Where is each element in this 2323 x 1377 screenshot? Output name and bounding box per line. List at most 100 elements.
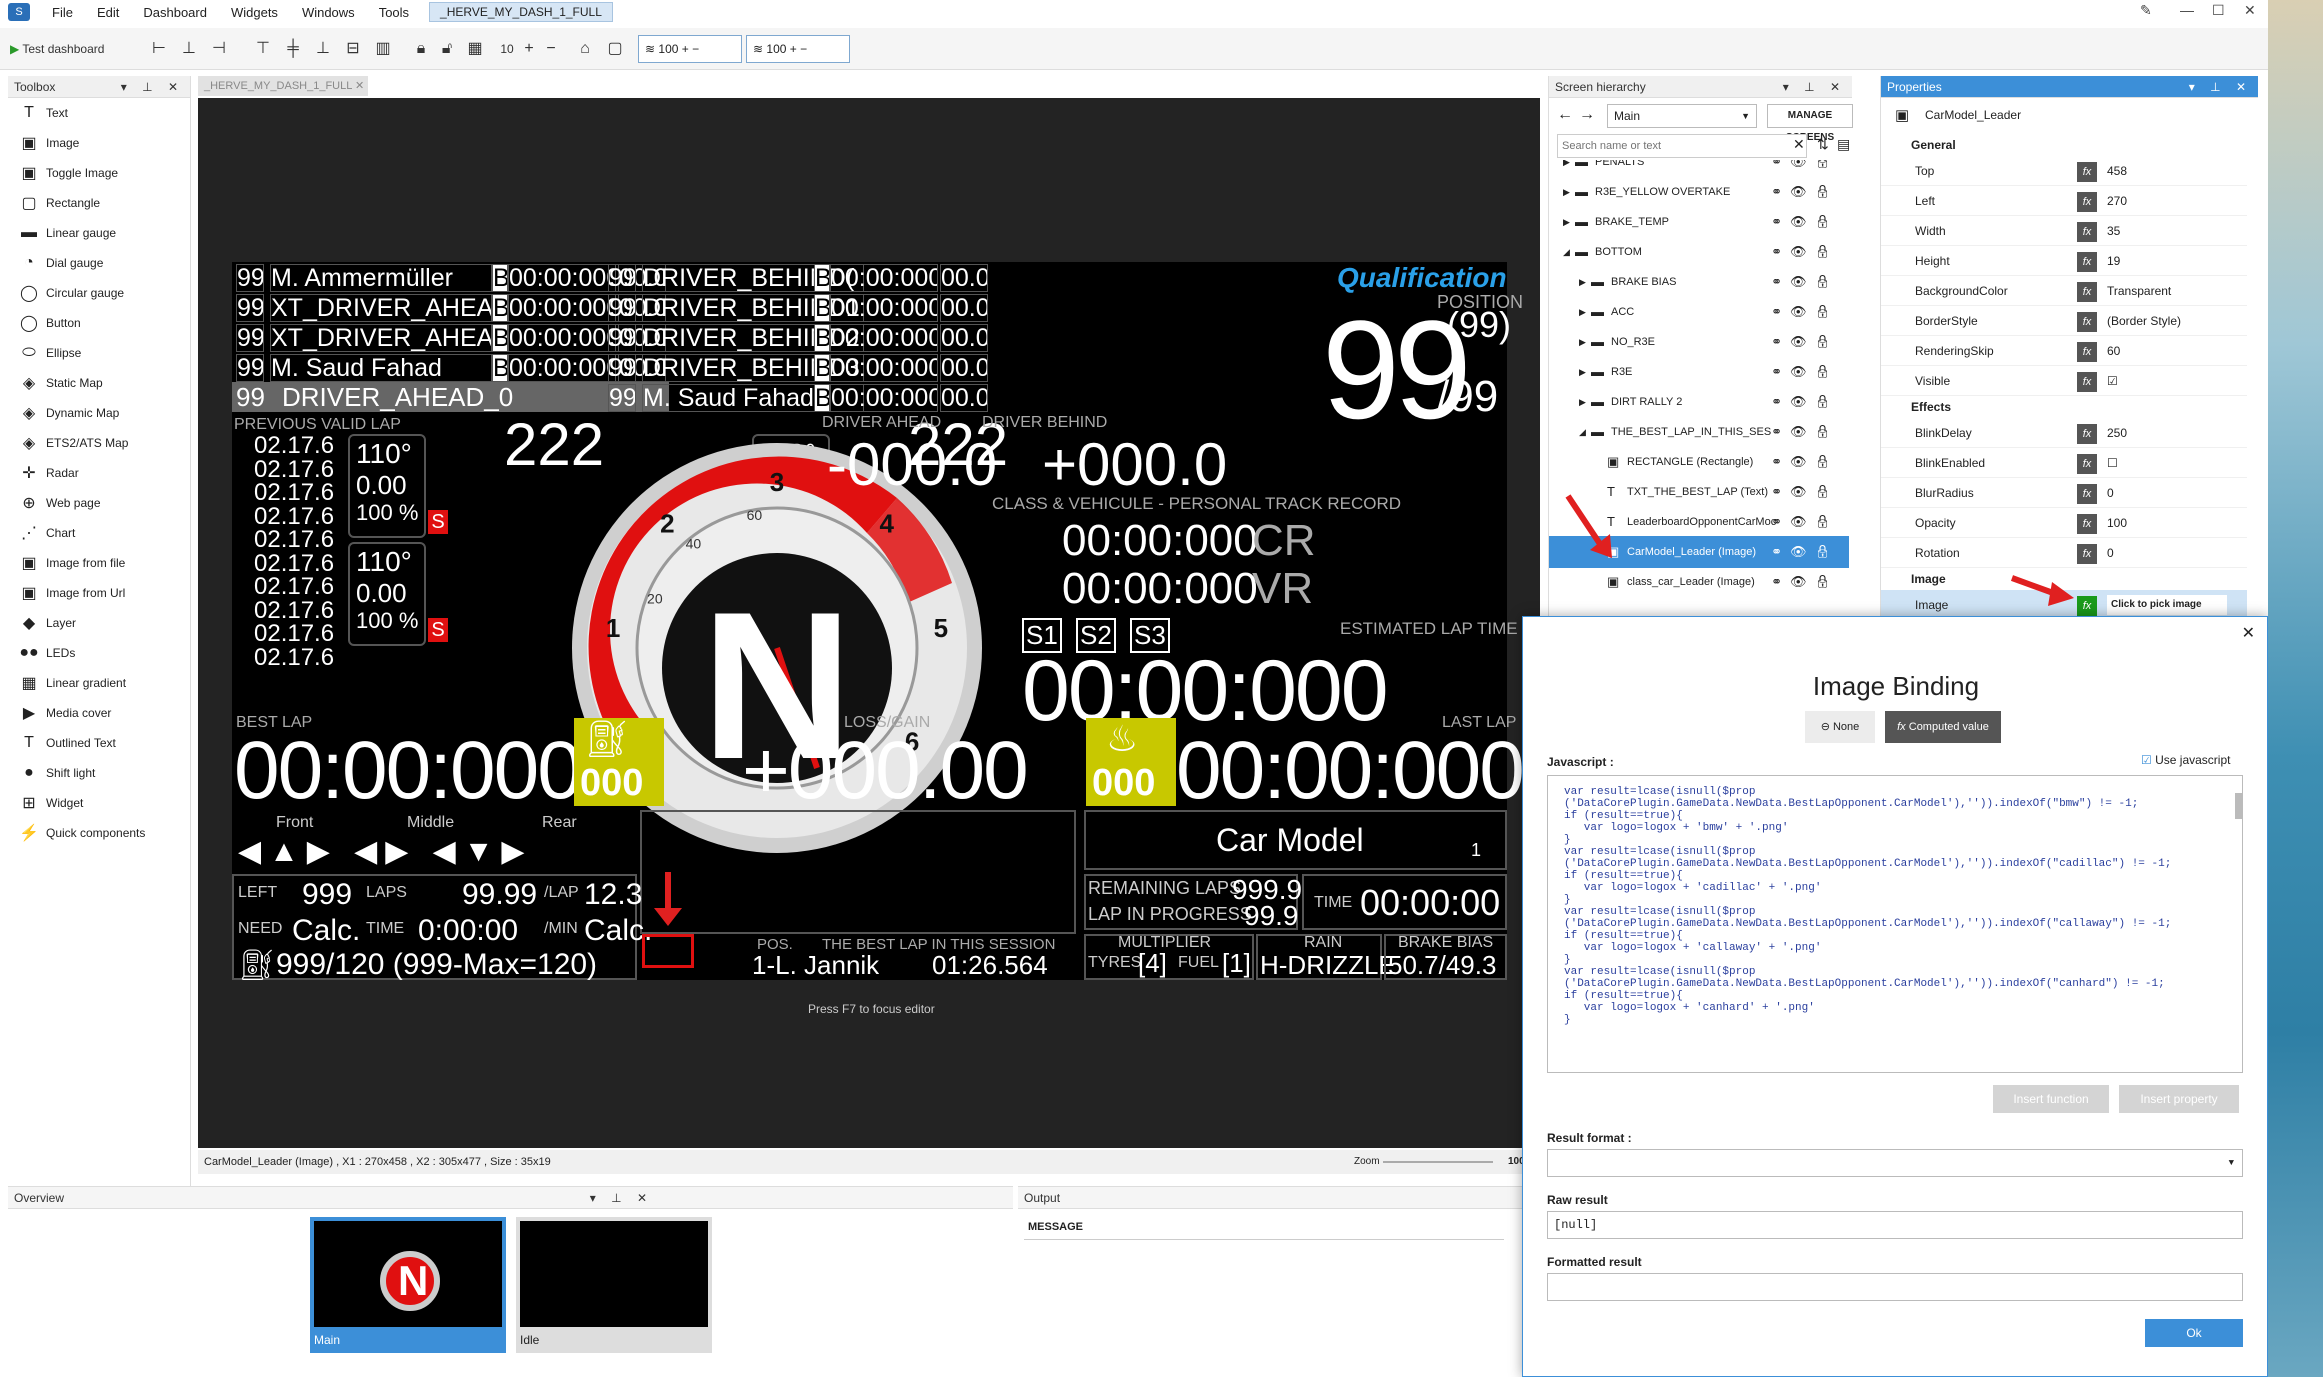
property-row[interactable]: BorderStyle fx (Border Style) — [1881, 306, 2247, 336]
node-actions-icons[interactable]: ⚭👁︎🔒︎ — [1771, 206, 1839, 238]
property-value[interactable]: ☑ — [2107, 366, 2118, 396]
toolbox-item-media-cover[interactable]: ▶ Media cover — [8, 698, 190, 728]
toolbox-item-image-from-file[interactable]: ▣ Image from file — [8, 548, 190, 578]
toolbox-item-widget[interactable]: ⊞ Widget — [8, 788, 190, 818]
formula-icon[interactable]: fx — [2077, 312, 2097, 332]
binding-computed-button[interactable]: fx Computed value — [1885, 711, 2001, 743]
hierarchy-node[interactable]: ▣ class_car_Leader (Image) ⚭👁︎🔒︎ — [1549, 566, 1849, 598]
align-top-icon[interactable]: ⊤ — [250, 36, 276, 62]
menu-file[interactable]: File — [40, 5, 85, 20]
node-actions-icons[interactable]: ⚭👁︎🔒︎ — [1771, 446, 1839, 478]
node-actions-icons[interactable]: ⚭👁︎🔒︎ — [1771, 566, 1839, 598]
javascript-editor[interactable]: var result=lcase(isnull($prop ('DataCore… — [1547, 775, 2243, 1073]
toolbox-item-web-page[interactable]: ⊕ Web page — [8, 488, 190, 518]
distribute-v-icon[interactable]: ▥ — [370, 36, 396, 62]
formula-icon[interactable]: fx — [2077, 454, 2097, 474]
hierarchy-node[interactable]: ▶ ▬ ACC ⚭👁︎🔒︎ — [1549, 296, 1849, 328]
hierarchy-node[interactable]: ▶ ▬ NO_R3E ⚭👁︎🔒︎ — [1549, 326, 1849, 358]
panel-controls[interactable]: ▾ ⊥ ✕ — [2189, 76, 2252, 98]
node-actions-icons[interactable]: ⚭👁︎🔒︎ — [1771, 296, 1839, 328]
zoom-box-2[interactable]: ≋ 100 + − — [746, 35, 850, 63]
hierarchy-node[interactable]: ▶ ▬ BRAKE_TEMP ⚭👁︎🔒︎ — [1549, 206, 1849, 238]
hierarchy-node[interactable]: ▶ ▬ DIRT RALLY 2 ⚭👁︎🔒︎ — [1549, 386, 1849, 418]
distribute-h-icon[interactable]: ⊟ — [340, 36, 366, 62]
property-row[interactable]: Top fx 458 — [1881, 156, 2247, 186]
align-center-icon[interactable]: ⊥ — [176, 36, 202, 62]
formula-icon[interactable]: fx — [2077, 342, 2097, 362]
expand-chevron-icon[interactable]: ▶ — [1563, 176, 1570, 208]
toolbox-item-rectangle[interactable]: ▢ Rectangle — [8, 188, 190, 218]
section-general[interactable]: General — [1881, 134, 2247, 156]
panel-controls[interactable]: ▾ ⊥ ✕ — [1783, 76, 1846, 98]
toolbox-item-ellipse[interactable]: ⬭ Ellipse — [8, 338, 190, 368]
toolbox-item-linear-gradient[interactable]: ▦ Linear gradient — [8, 668, 190, 698]
formula-icon[interactable]: fx — [2077, 514, 2097, 534]
toolbox-item-outlined-text[interactable]: T Outlined Text — [8, 728, 190, 758]
grid-decrease-button[interactable]: − — [538, 36, 564, 62]
insert-property-button[interactable]: Insert property — [2119, 1085, 2239, 1113]
formula-icon[interactable]: fx — [2077, 596, 2097, 616]
formula-icon[interactable]: fx — [2077, 222, 2097, 242]
align-middle-icon[interactable]: ╪ — [280, 36, 306, 62]
result-format-select[interactable]: ▼ — [1547, 1149, 2243, 1177]
node-actions-icons[interactable]: ⚭👁︎🔒︎ — [1771, 506, 1839, 538]
expand-chevron-icon[interactable]: ▶ — [1579, 356, 1586, 388]
sort-icon[interactable]: ⇅ — [1817, 136, 1829, 153]
node-actions-icons[interactable]: ⚭👁︎🔒︎ — [1771, 416, 1839, 448]
property-value[interactable]: 458 — [2107, 156, 2127, 186]
property-value[interactable]: 100 — [2107, 508, 2127, 538]
menu-windows[interactable]: Windows — [290, 5, 367, 20]
close-button[interactable]: ✕ — [2244, 2, 2256, 19]
toolbox-item-linear-gauge[interactable]: ▬ Linear gauge — [8, 218, 190, 248]
section-effects[interactable]: Effects — [1881, 396, 2247, 418]
expand-chevron-icon[interactable]: ▶ — [1579, 266, 1586, 298]
formula-icon[interactable]: fx — [2077, 162, 2097, 182]
active-document-tab[interactable]: _HERVE_MY_DASH_1_FULL — [429, 2, 613, 22]
menu-edit[interactable]: Edit — [85, 5, 131, 20]
manage-screens-button[interactable]: MANAGE SCREENS — [1767, 104, 1853, 143]
toolbox-item-shift-light[interactable]: ● Shift light — [8, 758, 190, 788]
formula-icon[interactable]: fx — [2077, 424, 2097, 444]
panel-controls[interactable]: ▾ ⊥ ✕ — [121, 76, 184, 98]
grid-icon[interactable]: ▦ — [462, 36, 488, 62]
node-actions-icons[interactable]: ⚭👁︎🔒︎ — [1771, 176, 1839, 208]
property-value[interactable]: 250 — [2107, 418, 2127, 448]
property-row[interactable]: BlinkDelay fx 250 — [1881, 418, 2247, 448]
toolbox-item-ets2-map[interactable]: ◈ ETS2/ATS Map — [8, 428, 190, 458]
property-value[interactable]: 19 — [2107, 246, 2120, 276]
toolbox-item-dynamic-map[interactable]: ◈ Dynamic Map — [8, 398, 190, 428]
menu-widgets[interactable]: Widgets — [219, 5, 290, 20]
hierarchy-search-input[interactable] — [1557, 134, 1807, 158]
toolbox-item-layer[interactable]: ◆ Layer — [8, 608, 190, 638]
property-row[interactable]: Height fx 19 — [1881, 246, 2247, 276]
arrow-controls[interactable]: ◀▲▶ ◀▶ ◀▼▶ — [238, 834, 532, 869]
toolbox-item-dial-gauge[interactable]: ◔ Dial gauge — [8, 248, 190, 278]
pin-icon[interactable]: ✎ — [2140, 2, 2152, 19]
hierarchy-node[interactable]: ◢ ▬ BOTTOM ⚭👁︎🔒︎ — [1549, 236, 1849, 268]
design-canvas[interactable]: 99M. AmmermüllerB00:00:00000.099XT_DRIVE… — [198, 98, 1540, 1148]
expand-chevron-icon[interactable]: ▶ — [1579, 326, 1586, 358]
toolbox-item-quick-components[interactable]: ⚡ Quick components — [8, 818, 190, 848]
property-value[interactable]: 35 — [2107, 216, 2120, 246]
layers-icon[interactable]: ▤ — [1837, 136, 1850, 153]
formula-icon[interactable]: fx — [2077, 484, 2097, 504]
property-value[interactable]: 270 — [2107, 186, 2127, 216]
property-value[interactable]: Transparent — [2107, 276, 2171, 306]
toolbox-item-toggle-image[interactable]: ▣ Toggle Image — [8, 158, 190, 188]
zoom-box-1[interactable]: ≋ 100 + − — [638, 35, 742, 63]
toolbox-item-text[interactable]: T Text — [8, 98, 190, 128]
formula-icon[interactable]: fx — [2077, 192, 2097, 212]
panel-controls[interactable]: ▾ ⊥ ✕ — [590, 1187, 653, 1209]
hierarchy-node[interactable]: ▶ ▬ R3E ⚭👁︎🔒︎ — [1549, 356, 1849, 388]
lock-icon[interactable]: 🔒︎ — [408, 36, 434, 62]
expand-chevron-icon[interactable]: ▶ — [1563, 206, 1570, 238]
formatted-result-field[interactable] — [1547, 1273, 2243, 1301]
hierarchy-node[interactable]: ▣ RECTANGLE (Rectangle) ⚭👁︎🔒︎ — [1549, 446, 1849, 478]
node-actions-icons[interactable]: ⚭👁︎🔒︎ — [1771, 356, 1839, 388]
frame-icon[interactable]: ▢ — [602, 36, 628, 62]
toolbox-item-static-map[interactable]: ◈ Static Map — [8, 368, 190, 398]
property-value[interactable]: 60 — [2107, 336, 2120, 366]
zoom-slider[interactable] — [1383, 1161, 1493, 1163]
minimize-button[interactable]: — — [2180, 2, 2194, 18]
node-actions-icons[interactable]: ⚭👁︎🔒︎ — [1771, 236, 1839, 268]
